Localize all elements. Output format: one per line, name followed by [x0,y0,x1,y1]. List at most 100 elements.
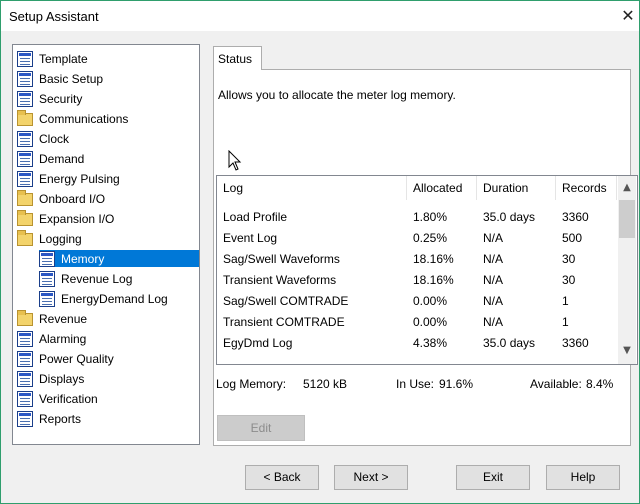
scroll-thumb[interactable] [619,200,635,238]
tree-item-label: Verification [39,391,98,406]
in-use-value: 91.6% [439,377,474,391]
folder-icon [17,310,33,326]
tree-item-label: Reports [39,411,82,426]
tree-item-reports[interactable]: Reports [17,410,83,427]
table-cell: 30 [562,273,576,287]
table-cell: 3360 [562,336,589,350]
edit-button[interactable]: Edit [217,415,305,441]
table-cell: 35.0 days [483,210,536,224]
table-row[interactable]: Sag/Swell COMTRADE 0.00% N/A 1 [217,291,617,312]
tree-item-clock[interactable]: Clock [17,130,71,147]
tree-item-security[interactable]: Security [17,90,84,107]
table-cell: 1 [562,294,569,308]
tree-item-label: Memory [59,250,107,267]
document-icon [17,50,33,67]
tree-item-label: Energy Pulsing [39,171,120,186]
table-cell: 18.16% [413,252,454,266]
tree-item-label: Communications [39,111,129,126]
tree-item-label: Security [39,91,83,106]
table-cell: N/A [483,294,504,308]
folder-icon [17,210,33,226]
table-cell: 30 [562,252,576,266]
tree-item-label: Expansion I/O [39,211,115,226]
tree-item-label: Clock [39,131,70,146]
table-cell: 0.00% [413,294,448,308]
tab-status[interactable]: Status [213,46,262,70]
tree-item-expansion-i-o[interactable]: Expansion I/O [17,210,116,227]
table-cell: 1.80% [413,210,448,224]
table-row[interactable]: Event Log 0.25% N/A 500 [217,228,617,249]
tree-item-onboard-i-o[interactable]: Onboard I/O [17,190,107,207]
tree-item-label: Onboard I/O [39,191,106,206]
table-cell: EgyDmd Log [223,336,293,350]
close-icon[interactable]: ✕ [617,1,639,31]
available-label: Available: [530,377,582,391]
tree-item-power-quality[interactable]: Power Quality [17,350,116,367]
column-header-duration[interactable]: Duration [477,176,556,200]
document-icon [17,70,33,87]
description-text: Allows you to allocate the meter log mem… [218,88,456,102]
tree-item-label: EnergyDemand Log [61,291,168,306]
column-header-log[interactable]: Log [217,176,407,200]
mouse-pointer-icon [228,150,242,171]
table-row[interactable]: Sag/Swell Waveforms 18.16% N/A 30 [217,249,617,270]
tree-item-revenue-log[interactable]: Revenue Log [39,270,134,287]
scroll-down-icon[interactable]: ▼ [618,342,636,360]
tree-item-verification[interactable]: Verification [17,390,100,407]
next-button[interactable]: Next > [334,465,408,490]
table-cell: Load Profile [223,210,288,224]
tree-item-alarming[interactable]: Alarming [17,330,88,347]
column-header-records[interactable]: Records [556,176,617,200]
document-icon [17,130,33,147]
document-icon [17,370,33,387]
document-icon [17,390,33,407]
table-row[interactable]: Load Profile 1.80% 35.0 days 3360 [217,207,617,228]
table-cell: 35.0 days [483,336,536,350]
table-cell: N/A [483,231,504,245]
tree-item-label: Displays [39,371,85,386]
table-row[interactable]: Transient Waveforms 18.16% N/A 30 [217,270,617,291]
table-row[interactable]: EgyDmd Log 4.38% 35.0 days 3360 [217,333,617,354]
setup-tree[interactable]: Template Basic Setup Security Communication… [12,44,200,445]
table-cell: Sag/Swell COMTRADE [223,294,349,308]
table-row[interactable]: Transient COMTRADE 0.00% N/A 1 [217,312,617,333]
document-icon [39,270,55,287]
table-cell: 18.16% [413,273,454,287]
tree-item-logging[interactable]: Logging [17,230,84,247]
available-value: 8.4% [586,377,614,391]
tree-item-displays[interactable]: Displays [17,370,86,387]
table-cell: 3360 [562,210,589,224]
exit-button[interactable]: Exit [456,465,530,490]
back-button[interactable]: < Back [245,465,319,490]
table-cell: 1 [562,315,569,329]
folder-icon [17,230,33,246]
column-header-allocated[interactable]: Allocated [407,176,477,200]
document-icon [17,150,33,167]
tree-item-template[interactable]: Template [17,50,90,67]
table-cell: 4.38% [413,336,448,350]
table-cell: Transient Waveforms [223,273,337,287]
log-memory-value: 5120 kB [303,377,348,391]
log-memory-table[interactable]: Log Allocated Duration Records Load Prof… [216,175,638,365]
folder-icon [17,190,33,206]
tree-item-demand[interactable]: Demand [17,150,86,167]
table-cell: Event Log [223,231,278,245]
tree-item-revenue[interactable]: Revenue [17,310,89,327]
tree-item-energydemand-log[interactable]: EnergyDemand Log [39,290,170,307]
document-icon [17,330,33,347]
table-cell: N/A [483,315,504,329]
tree-item-memory[interactable]: Memory [39,250,199,267]
help-button[interactable]: Help [546,465,620,490]
tree-item-communications[interactable]: Communications [17,110,130,127]
tree-item-energy-pulsing[interactable]: Energy Pulsing [17,170,122,187]
document-icon [39,250,55,267]
table-cell: Transient COMTRADE [223,315,345,329]
in-use-label: In Use: [396,377,435,391]
table-cell: N/A [483,273,504,287]
table-scrollbar[interactable]: ▲ ▼ [618,176,636,364]
table-cell: 0.25% [413,231,448,245]
scroll-up-icon[interactable]: ▲ [618,179,636,197]
table-cell: 0.00% [413,315,448,329]
tree-item-basic-setup[interactable]: Basic Setup [17,70,105,87]
setup-assistant-window: Setup Assistant ✕ Template Basic Setup Sec… [0,0,640,504]
